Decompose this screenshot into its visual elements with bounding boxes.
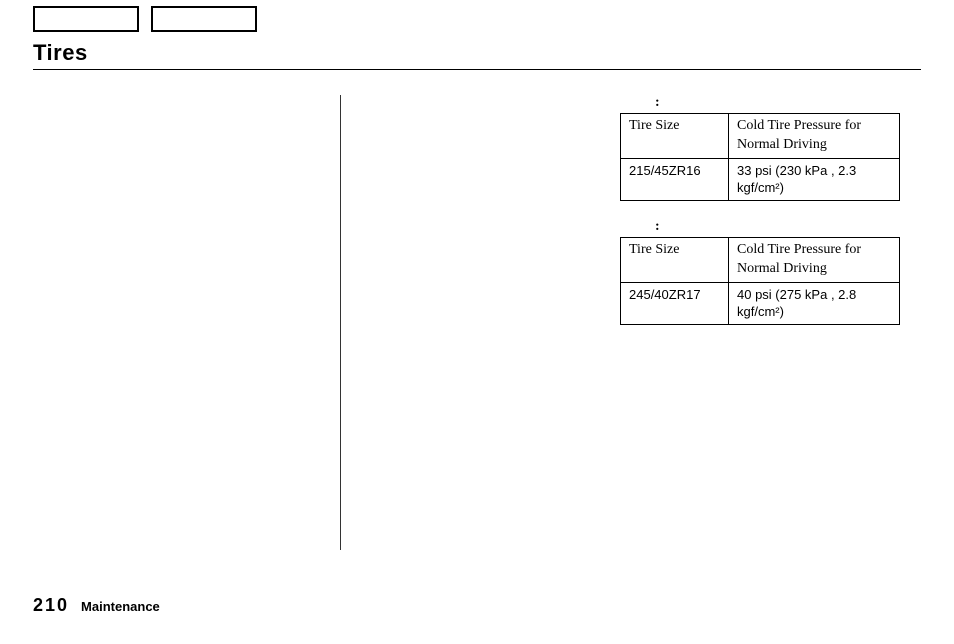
column-divider — [340, 95, 341, 550]
table-row: Tire Size Cold Tire Pressure for Normal … — [621, 237, 900, 282]
table-row: 215/45ZR16 33 psi (230 kPa , 2.3 kgf/cm²… — [621, 158, 900, 200]
table-row: Tire Size Cold Tire Pressure for Normal … — [621, 114, 900, 159]
section-name: Maintenance — [81, 599, 160, 614]
header-box-2 — [151, 6, 257, 32]
tire-table-1: Tire Size Cold Tire Pressure for Normal … — [620, 113, 900, 201]
header-pressure: Cold Tire Pressure for Normal Driving — [729, 114, 900, 159]
page-number: 210 — [33, 595, 69, 616]
cell-tire-size: 215/45ZR16 — [621, 158, 729, 200]
header-pressure: Cold Tire Pressure for Normal Driving — [729, 237, 900, 282]
table-1-label: : — [620, 95, 920, 111]
page-title: Tires — [33, 40, 88, 66]
table-row: 245/40ZR17 40 psi (275 kPa , 2.8 kgf/cm²… — [621, 282, 900, 324]
header-tire-size: Tire Size — [621, 237, 729, 282]
cell-tire-size: 245/40ZR17 — [621, 282, 729, 324]
cell-pressure: 33 psi (230 kPa , 2.3 kgf/cm²) — [729, 158, 900, 200]
header-boxes — [33, 6, 257, 32]
cell-pressure: 40 psi (275 kPa , 2.8 kgf/cm²) — [729, 282, 900, 324]
title-rule — [33, 69, 921, 70]
tire-table-2: Tire Size Cold Tire Pressure for Normal … — [620, 237, 900, 325]
table-2-label: : — [620, 219, 920, 235]
page-footer: 210 Maintenance — [33, 595, 160, 616]
header-box-1 — [33, 6, 139, 32]
header-tire-size: Tire Size — [621, 114, 729, 159]
tire-pressure-tables: : Tire Size Cold Tire Pressure for Norma… — [620, 95, 920, 343]
